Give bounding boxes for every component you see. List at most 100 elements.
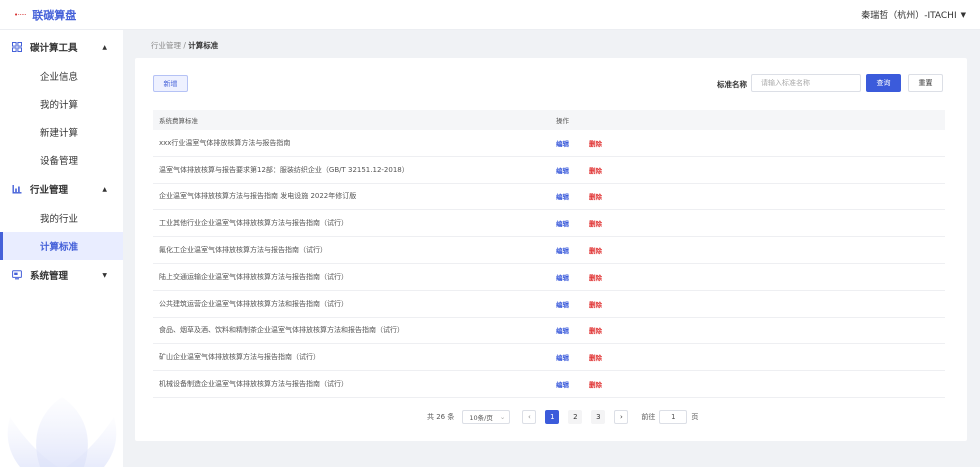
row-actions: 编辑 删除 — [556, 245, 602, 255]
pagination-total: 共 26 条 — [427, 413, 455, 421]
standard-name: 公共建筑运营企业温室气体排放核算方法和报告指南（试行） — [159, 299, 348, 308]
breadcrumb: 行业管理 / 计算标准 — [151, 40, 218, 51]
user-menu[interactable]: 秦瑞哲（杭州）-ITACHI ▼ — [861, 8, 966, 22]
table-header: 系统费算标准 操作 — [153, 110, 945, 130]
page-2-button[interactable]: 2 — [568, 410, 583, 424]
sidebar-item-label: 我的行业 — [40, 214, 79, 225]
query-button[interactable]: 查询 — [866, 74, 901, 92]
goto-page-input[interactable]: 1 — [659, 410, 688, 424]
sidebar-item-label: 计算标准 — [40, 242, 79, 253]
chart-icon — [12, 184, 22, 194]
sidebar-item-device-management[interactable]: 设备管理 — [0, 146, 123, 174]
app-logo[interactable]: •····· 联碳算盘 — [14, 7, 76, 23]
row-actions: 编辑 删除 — [556, 325, 602, 335]
edit-link[interactable]: 编辑 — [556, 191, 569, 201]
table-row: 公共建筑运营企业温室气体排放核算方法和报告指南（试行） 编辑 删除 — [153, 291, 945, 318]
sidebar-item-label: 企业信息 — [40, 72, 79, 83]
chevron-down-icon: ▼ — [960, 10, 966, 19]
standard-name: 企业温室气体排放核算方法与报告指南 发电设施 2022年修订版 — [159, 192, 357, 201]
sidebar-item-my-calculations[interactable]: 我的计算 — [0, 90, 123, 118]
reset-button[interactable]: 重置 — [908, 74, 943, 92]
header-name: 系统费算标准 — [159, 117, 198, 125]
table-row: 矿山企业温室气体排放核算方法与报告指南（试行） 编辑 删除 — [153, 344, 945, 372]
chevron-up-icon: ▲ — [102, 43, 107, 51]
goto-suffix: 页 — [691, 413, 699, 421]
sidebar-item-calculation-standards[interactable]: 计算标准 — [0, 232, 123, 260]
delete-link[interactable]: 删除 — [589, 352, 602, 362]
edit-link[interactable]: 编辑 — [556, 218, 569, 228]
delete-link[interactable]: 删除 — [589, 379, 602, 389]
delete-link[interactable]: 删除 — [589, 138, 602, 148]
sidebar-group-system[interactable]: 系统管理 ▼ — [0, 260, 123, 290]
delete-link[interactable]: 删除 — [589, 218, 602, 228]
logo-mark-icon: •····· — [14, 10, 27, 19]
row-actions: 编辑 删除 — [556, 352, 602, 362]
standard-name: 温室气体排放核算与报告要求第12部：服装纺织企业（GB/T 32151.12-2… — [159, 165, 409, 174]
next-page-button[interactable]: › — [614, 410, 629, 424]
row-actions: 编辑 删除 — [556, 379, 602, 389]
chevron-up-icon: ▲ — [102, 185, 107, 193]
edit-link[interactable]: 编辑 — [556, 138, 569, 148]
standard-name: 机械设备制造企业温室气体排放核算方法与报告指南（试行） — [159, 380, 348, 389]
logo-text: 联碳算盘 — [32, 8, 77, 22]
edit-link[interactable]: 编辑 — [556, 299, 569, 309]
chevron-down-icon: ▼ — [102, 271, 107, 279]
page-size-value: 10条/页 — [469, 414, 493, 422]
edit-link[interactable]: 编辑 — [556, 325, 569, 335]
standard-name: 陆上交通运输企业温室气体排放核算方法与报告指南（试行） — [159, 272, 348, 281]
filter-label: 标准名称 — [717, 80, 747, 89]
table-row: 企业温室气体排放核算方法与报告指南 发电设施 2022年修订版 编辑 删除 — [153, 184, 945, 211]
table-row: 工业其他行业企业温室气体排放核算方法与报告指南（试行） 编辑 删除 — [153, 210, 945, 238]
sidebar-item-my-industry[interactable]: 我的行业 — [0, 204, 123, 232]
sidebar-group-label: 碳计算工具 — [30, 43, 78, 54]
table-row: 食品、烟草及酒、饮料和精制茶企业温室气体排放核算方法和报告指南（试行） 编辑 删除 — [153, 318, 945, 345]
sidebar-group-carbon-tools[interactable]: 碳计算工具 ▲ — [0, 32, 123, 62]
sidebar-group-label: 系统管理 — [30, 271, 69, 282]
standard-name-input[interactable]: 请输入标准名称 — [751, 74, 861, 92]
add-button[interactable]: 新增 — [153, 75, 188, 92]
pagination: 共 26 条 10条/页 ⌄ ‹ 1 2 3 › 前往 1 页 — [427, 410, 698, 424]
table-row: 氟化工企业温室气体排放核算方法与报告指南（试行） 编辑 删除 — [153, 237, 945, 264]
edit-link[interactable]: 编辑 — [556, 352, 569, 362]
edit-link[interactable]: 编辑 — [556, 165, 569, 175]
goto-page: 前往 1 页 — [641, 410, 698, 424]
delete-link[interactable]: 删除 — [589, 299, 602, 309]
edit-link[interactable]: 编辑 — [556, 272, 569, 282]
delete-link[interactable]: 删除 — [589, 245, 602, 255]
sidebar-item-new-calculation[interactable]: 新建计算 — [0, 118, 123, 146]
standard-name: 食品、烟草及酒、饮料和精制茶企业温室气体排放核算方法和报告指南（试行） — [159, 326, 404, 335]
delete-link[interactable]: 删除 — [589, 165, 602, 175]
top-bar: •····· 联碳算盘 秦瑞哲（杭州）-ITACHI ▼ — [0, 0, 980, 30]
table-row: xxx行业温室气体排放核算方法与报告指南 编辑 删除 — [153, 130, 945, 157]
table-row: 温室气体排放核算与报告要求第12部：服装纺织企业（GB/T 32151.12-2… — [153, 157, 945, 184]
sidebar-group-industry[interactable]: 行业管理 ▲ — [0, 174, 123, 204]
delete-link[interactable]: 删除 — [589, 272, 602, 282]
chevron-down-icon: ⌄ — [499, 413, 506, 421]
standard-name: 矿山企业温室气体排放核算方法与报告指南（试行） — [159, 353, 320, 362]
standard-name: 氟化工企业温室气体排放核算方法与报告指南（试行） — [159, 246, 327, 255]
delete-link[interactable]: 删除 — [589, 325, 602, 335]
edit-link[interactable]: 编辑 — [556, 245, 569, 255]
page-3-button[interactable]: 3 — [591, 410, 606, 424]
row-actions: 编辑 删除 — [556, 299, 602, 309]
sidebar-group-label: 行业管理 — [30, 185, 69, 196]
row-actions: 编辑 删除 — [556, 218, 602, 228]
sidebar-item-company-info[interactable]: 企业信息 — [0, 62, 123, 90]
row-actions: 编辑 删除 — [556, 272, 602, 282]
row-actions: 编辑 删除 — [556, 138, 602, 148]
decorative-leaf-graphic — [7, 397, 117, 467]
page-size-select[interactable]: 10条/页 ⌄ — [462, 410, 511, 424]
standard-name: 工业其他行业企业温室气体排放核算方法与报告指南（试行） — [159, 219, 348, 228]
row-actions: 编辑 删除 — [556, 191, 602, 201]
prev-page-button[interactable]: ‹ — [522, 410, 537, 424]
page-1-button[interactable]: 1 — [545, 410, 560, 424]
delete-link[interactable]: 删除 — [589, 191, 602, 201]
table-row: 机械设备制造企业温室气体排放核算方法与报告指南（试行） 编辑 删除 — [153, 371, 945, 398]
grid-icon — [12, 42, 22, 52]
table-row: 陆上交通运输企业温室气体排放核算方法与报告指南（试行） 编辑 删除 — [153, 264, 945, 291]
sidebar-item-label: 新建计算 — [40, 128, 79, 139]
breadcrumb-parent[interactable]: 行业管理 — [151, 41, 181, 50]
monitor-icon — [12, 270, 22, 280]
sidebar-item-label: 设备管理 — [40, 156, 79, 167]
edit-link[interactable]: 编辑 — [556, 379, 569, 389]
